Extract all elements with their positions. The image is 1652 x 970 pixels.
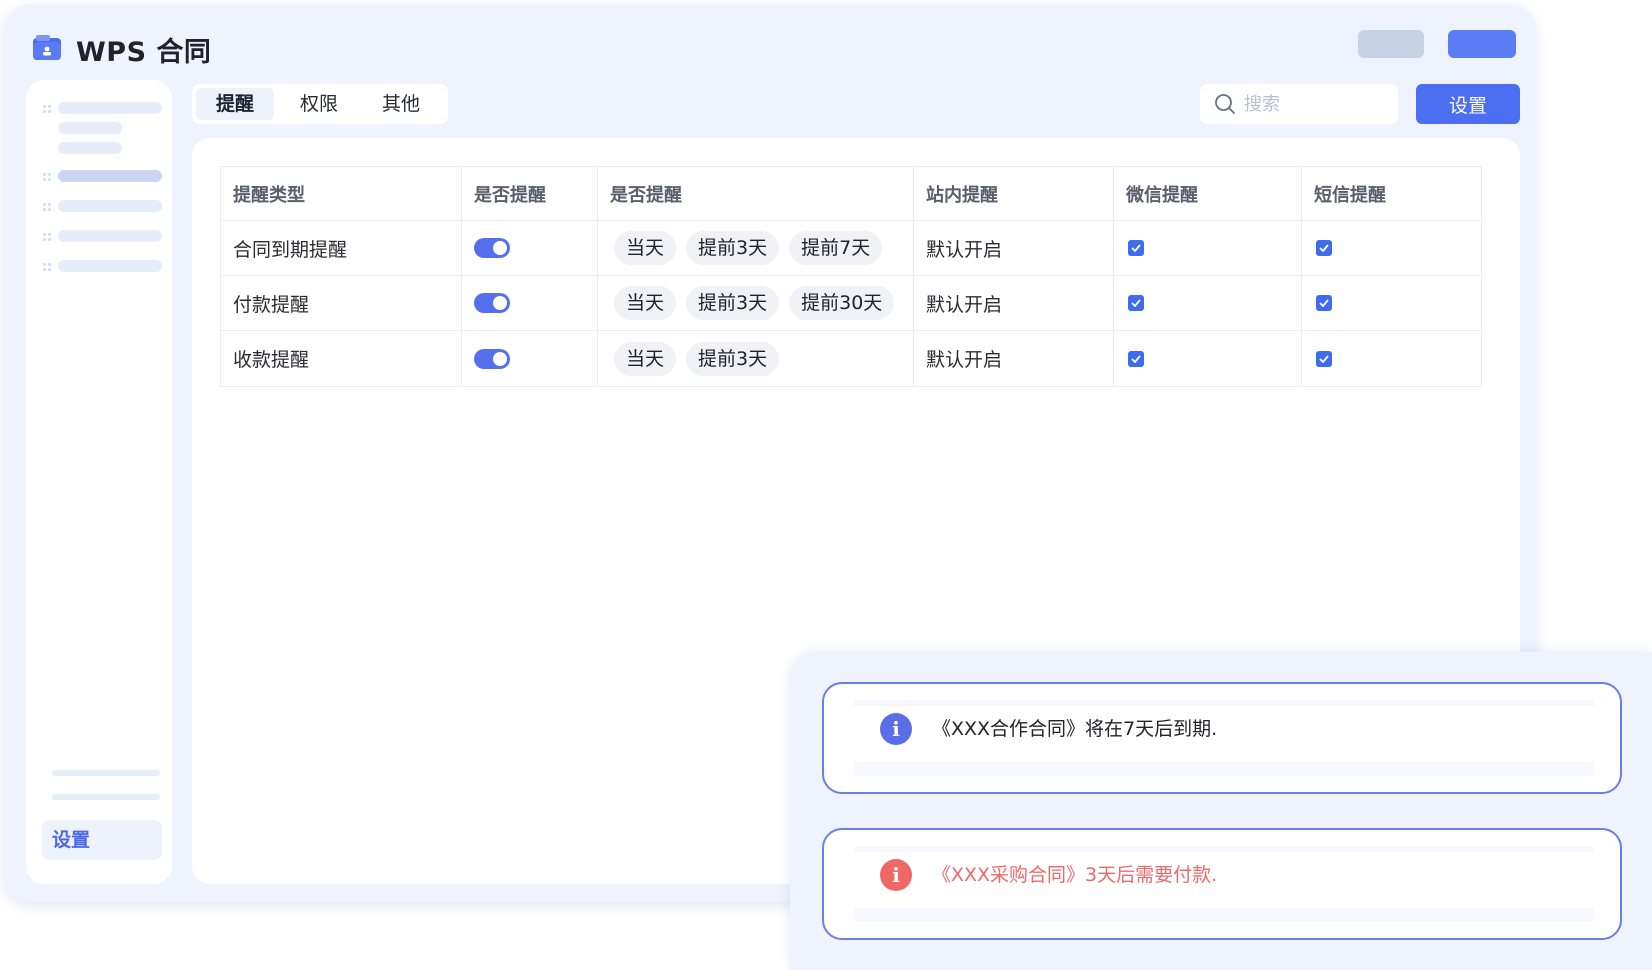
timing-chip[interactable]: 提前3天 <box>686 231 780 265</box>
checkmark-icon <box>1131 354 1141 363</box>
column-header: 微信提醒 <box>1114 167 1302 220</box>
in-app-reminder-status: 默认开启 <box>914 276 1114 330</box>
reminder-type: 付款提醒 <box>221 276 462 330</box>
in-app-reminder-status: 默认开启 <box>914 221 1114 275</box>
timing-chip[interactable]: 提前3天 <box>686 341 780 376</box>
grid-icon <box>42 104 52 114</box>
wechat-checkbox[interactable] <box>1128 295 1144 311</box>
sidebar-item[interactable] <box>58 260 162 272</box>
search-input[interactable] <box>1244 90 1384 118</box>
timing-chip[interactable]: 提前7天 <box>789 231 883 265</box>
sidebar-item[interactable] <box>58 102 162 114</box>
sidebar-item[interactable] <box>58 230 162 242</box>
grid-icon <box>42 172 52 182</box>
sms-checkbox[interactable] <box>1316 350 1332 367</box>
table-row: 合同到期提醒 当天 提前3天 提前7天 默认开启 <box>221 221 1481 276</box>
reminder-table: 提醒类型 是否提醒 是否提醒 站内提醒 微信提醒 短信提醒 合同到期提醒 当天 … <box>220 166 1482 387</box>
contract-folder-icon <box>33 35 61 60</box>
notification-text: 《XXX合作合同》将在7天后到期. <box>932 718 1218 740</box>
table-header: 提醒类型 是否提醒 是否提醒 站内提醒 微信提醒 短信提醒 <box>221 167 1481 221</box>
column-header: 短信提醒 <box>1314 184 1386 206</box>
settings-button[interactable]: 设置 <box>1416 84 1520 124</box>
checkmark-icon <box>1131 299 1141 307</box>
wechat-checkbox[interactable] <box>1128 240 1144 256</box>
checkmark-icon <box>1319 244 1329 252</box>
window-action-button-blue[interactable] <box>1448 30 1516 58</box>
tab-bar: 提醒 权限 其他 <box>192 84 448 124</box>
sms-checkbox[interactable] <box>1316 295 1332 311</box>
notification-card-payment[interactable]: i 《XXX采购合同》3天后需要付款. <box>822 828 1622 940</box>
column-header: 是否提醒 <box>462 167 598 220</box>
timing-chip[interactable]: 当天 <box>614 231 677 265</box>
grid-icon <box>42 232 52 242</box>
sidebar-settings-button[interactable]: 设置 <box>42 820 162 860</box>
reminder-toggle[interactable] <box>474 348 510 369</box>
checkmark-icon <box>1319 299 1329 307</box>
wechat-checkbox[interactable] <box>1128 350 1144 367</box>
sms-checkbox[interactable] <box>1316 240 1332 256</box>
warning-icon: i <box>880 859 912 891</box>
sidebar-footer-item[interactable] <box>52 770 160 776</box>
grid-icon <box>42 262 52 272</box>
column-header: 提醒类型 <box>221 167 462 220</box>
timing-chip[interactable]: 提前30天 <box>789 286 895 320</box>
sidebar: 设置 <box>26 80 172 884</box>
tab-other[interactable]: 其他 <box>362 88 440 120</box>
sidebar-footer-item[interactable] <box>52 794 160 800</box>
sidebar-subitem[interactable] <box>58 122 122 134</box>
timing-chip[interactable]: 当天 <box>614 286 677 320</box>
table-row: 付款提醒 当天 提前3天 提前30天 默认开启 <box>221 276 1481 331</box>
sidebar-subitem[interactable] <box>58 142 122 154</box>
timing-chip[interactable]: 当天 <box>614 341 677 376</box>
reminder-toggle[interactable] <box>474 293 510 313</box>
checkmark-icon <box>1319 354 1329 363</box>
search-box[interactable] <box>1200 84 1398 124</box>
table-row: 收款提醒 当天 提前3天 默认开启 <box>221 331 1481 386</box>
notification-text: 《XXX采购合同》3天后需要付款. <box>932 864 1218 886</box>
sidebar-item-active[interactable] <box>58 170 162 182</box>
column-header: 站内提醒 <box>914 167 1114 220</box>
window-action-button-grey[interactable] <box>1358 30 1424 58</box>
checkmark-icon <box>1131 244 1141 252</box>
app-title: WPS 合同 <box>76 37 212 68</box>
in-app-reminder-status: 默认开启 <box>914 331 1114 386</box>
reminder-type: 合同到期提醒 <box>221 221 462 275</box>
tab-reminders[interactable]: 提醒 <box>196 88 274 120</box>
search-icon <box>1215 94 1235 114</box>
sidebar-item[interactable] <box>58 200 162 212</box>
notification-panel: i 《XXX合作合同》将在7天后到期. i 《XXX采购合同》3天后需要付款. <box>790 652 1652 970</box>
notification-card-expiry[interactable]: i 《XXX合作合同》将在7天后到期. <box>822 682 1622 794</box>
reminder-toggle[interactable] <box>474 238 510 258</box>
column-header: 是否提醒 <box>598 167 914 220</box>
info-icon: i <box>880 713 912 745</box>
grid-icon <box>42 202 52 212</box>
timing-chip[interactable]: 提前3天 <box>686 286 780 320</box>
tab-permissions[interactable]: 权限 <box>280 88 358 120</box>
reminder-type: 收款提醒 <box>221 331 462 386</box>
